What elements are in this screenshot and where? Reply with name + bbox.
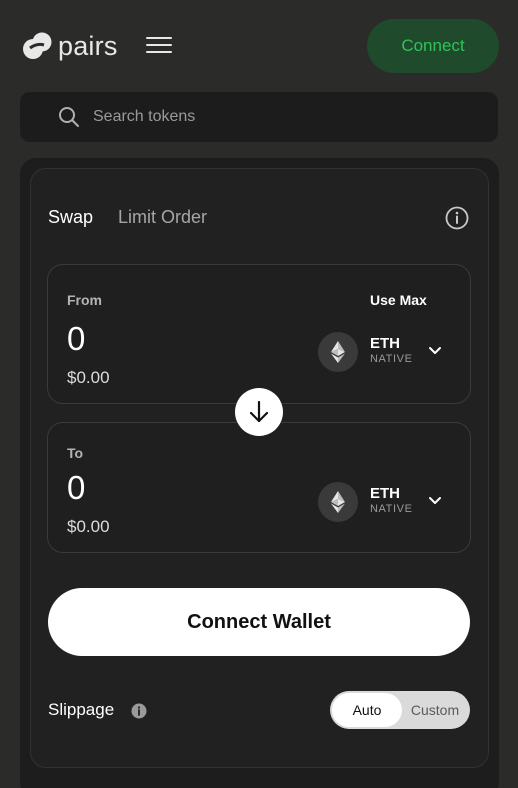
to-amount[interactable]: 0	[67, 469, 85, 507]
info-icon[interactable]	[131, 703, 147, 719]
arrow-down-icon	[249, 400, 269, 423]
use-max-button[interactable]: Use Max	[370, 292, 427, 308]
to-usd-value: $0.00	[67, 517, 110, 536]
from-label: From	[67, 292, 102, 308]
tab-swap[interactable]: Swap	[48, 207, 93, 228]
from-token-symbol: ETH	[370, 335, 400, 352]
eth-icon	[318, 482, 358, 522]
chevron-down-icon	[429, 347, 441, 354]
search-icon	[59, 107, 79, 127]
chevron-down-icon	[429, 497, 441, 504]
slippage-custom-option[interactable]: Custom	[402, 693, 468, 727]
slippage-label: Slippage	[48, 700, 115, 719]
from-box: From Use Max 0 $0.00 ETH NATIVE	[47, 264, 471, 404]
logo-mark-icon	[23, 32, 52, 59]
menu-icon[interactable]	[146, 37, 172, 55]
connect-wallet-button[interactable]: Connect Wallet	[48, 588, 470, 656]
swap-direction-button[interactable]	[235, 388, 283, 436]
search-bar	[20, 92, 498, 142]
logo[interactable]: pairs	[22, 32, 118, 60]
header: pairs Connect	[0, 0, 518, 92]
to-token-select[interactable]: ETH NATIVE	[318, 482, 448, 522]
to-token-symbol: ETH	[370, 485, 400, 502]
slippage-toggle: Auto Custom	[330, 691, 470, 729]
to-label: To	[67, 445, 84, 461]
to-token-network: NATIVE	[370, 503, 413, 515]
from-usd-value: $0.00	[67, 368, 110, 387]
slippage-auto-option[interactable]: Auto	[332, 693, 402, 727]
search-input[interactable]	[93, 92, 483, 142]
to-box: To 0 $0.00 ETH NATIVE	[47, 422, 471, 553]
from-token-network: NATIVE	[370, 353, 413, 365]
tab-limit-order[interactable]: Limit Order	[118, 207, 207, 228]
from-amount[interactable]: 0	[67, 320, 85, 358]
from-token-select[interactable]: ETH NATIVE	[318, 332, 448, 372]
logo-text: pairs	[58, 31, 118, 61]
info-icon[interactable]	[445, 206, 469, 230]
eth-icon	[318, 332, 358, 372]
connect-button[interactable]: Connect	[367, 19, 499, 73]
